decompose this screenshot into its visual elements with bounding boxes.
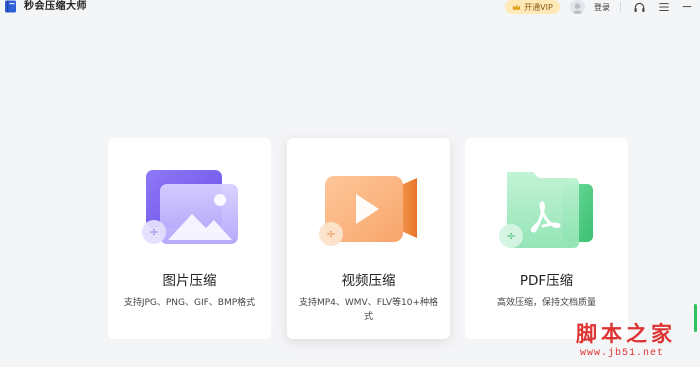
card-title: PDF压缩 bbox=[519, 273, 574, 289]
watermark-url: www.jb51.net bbox=[580, 348, 665, 359]
vip-label: 开通VIP bbox=[524, 2, 553, 12]
headset-icon[interactable] bbox=[632, 0, 646, 14]
pdf-compress-icon: ÷ bbox=[499, 172, 593, 248]
scrollbar[interactable] bbox=[694, 304, 697, 332]
svg-text:÷: ÷ bbox=[326, 227, 336, 241]
video-compress-card[interactable]: ÷ 视频压缩 支持MP4、WMV、FLV等10+种格式 bbox=[287, 138, 450, 339]
login-link[interactable]: 登录 bbox=[594, 2, 610, 13]
watermark-title: 脚本之家 bbox=[576, 321, 676, 346]
image-compress-card[interactable]: ÷ 图片压缩 支持JPG、PNG、GIF、BMP格式 bbox=[108, 138, 271, 339]
card-description: 支持JPG、PNG、GIF、BMP格式 bbox=[123, 298, 256, 308]
app-title: 秒会压缩大师 bbox=[24, 1, 87, 12]
user-avatar-icon bbox=[572, 3, 583, 14]
card-title: 图片压缩 bbox=[162, 273, 217, 289]
card-description: 高效压缩，保持文档质量 bbox=[496, 298, 596, 308]
menu-icon[interactable] bbox=[657, 0, 671, 14]
book-logo-icon bbox=[5, 0, 16, 13]
pdf-compress-card[interactable]: ÷ PDF压缩 高效压缩，保持文档质量 bbox=[465, 138, 628, 339]
watermark: 脚本之家 www.jb51.net bbox=[572, 318, 692, 364]
card-title: 视频压缩 bbox=[341, 273, 396, 289]
open-vip-button[interactable]: 开通VIP bbox=[505, 0, 560, 14]
title-bar: 秒会压缩大师 开通VIP 登录 bbox=[0, 0, 700, 15]
image-compress-icon: ÷ bbox=[142, 170, 238, 244]
video-compress-icon: ÷ bbox=[319, 176, 417, 246]
crown-icon bbox=[513, 4, 521, 10]
avatar[interactable] bbox=[570, 0, 585, 14]
svg-text:÷: ÷ bbox=[506, 229, 516, 243]
minimize-icon[interactable] bbox=[680, 0, 694, 14]
card-description: 支持MP4、WMV、FLV等10+种格式 bbox=[298, 298, 439, 322]
header-divider bbox=[620, 2, 621, 12]
svg-text:÷: ÷ bbox=[149, 225, 159, 239]
